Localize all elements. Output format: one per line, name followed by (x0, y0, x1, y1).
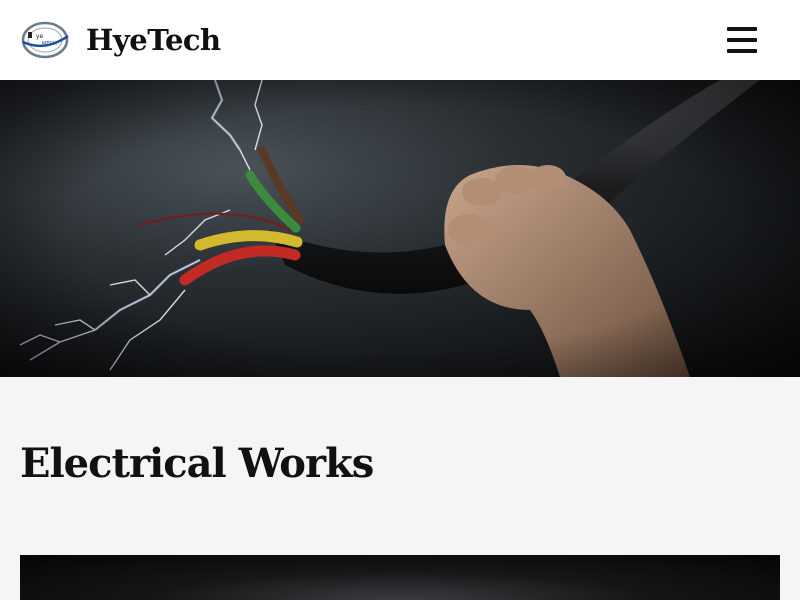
hero-image (0, 80, 800, 377)
hamburger-menu-icon[interactable] (722, 22, 762, 58)
menu-bar (727, 27, 757, 31)
brand-name[interactable]: HyeTech (86, 22, 221, 58)
page-title: Electrical Works (20, 440, 374, 487)
svg-text:MECH: MECH (42, 41, 57, 47)
svg-text:ye: ye (36, 33, 44, 40)
site-header: ye MECH HyeTech (0, 0, 800, 80)
hyetech-logo-icon[interactable]: ye MECH (20, 18, 70, 62)
content-image (20, 555, 780, 600)
menu-bar (727, 38, 757, 42)
menu-bar (727, 49, 757, 53)
